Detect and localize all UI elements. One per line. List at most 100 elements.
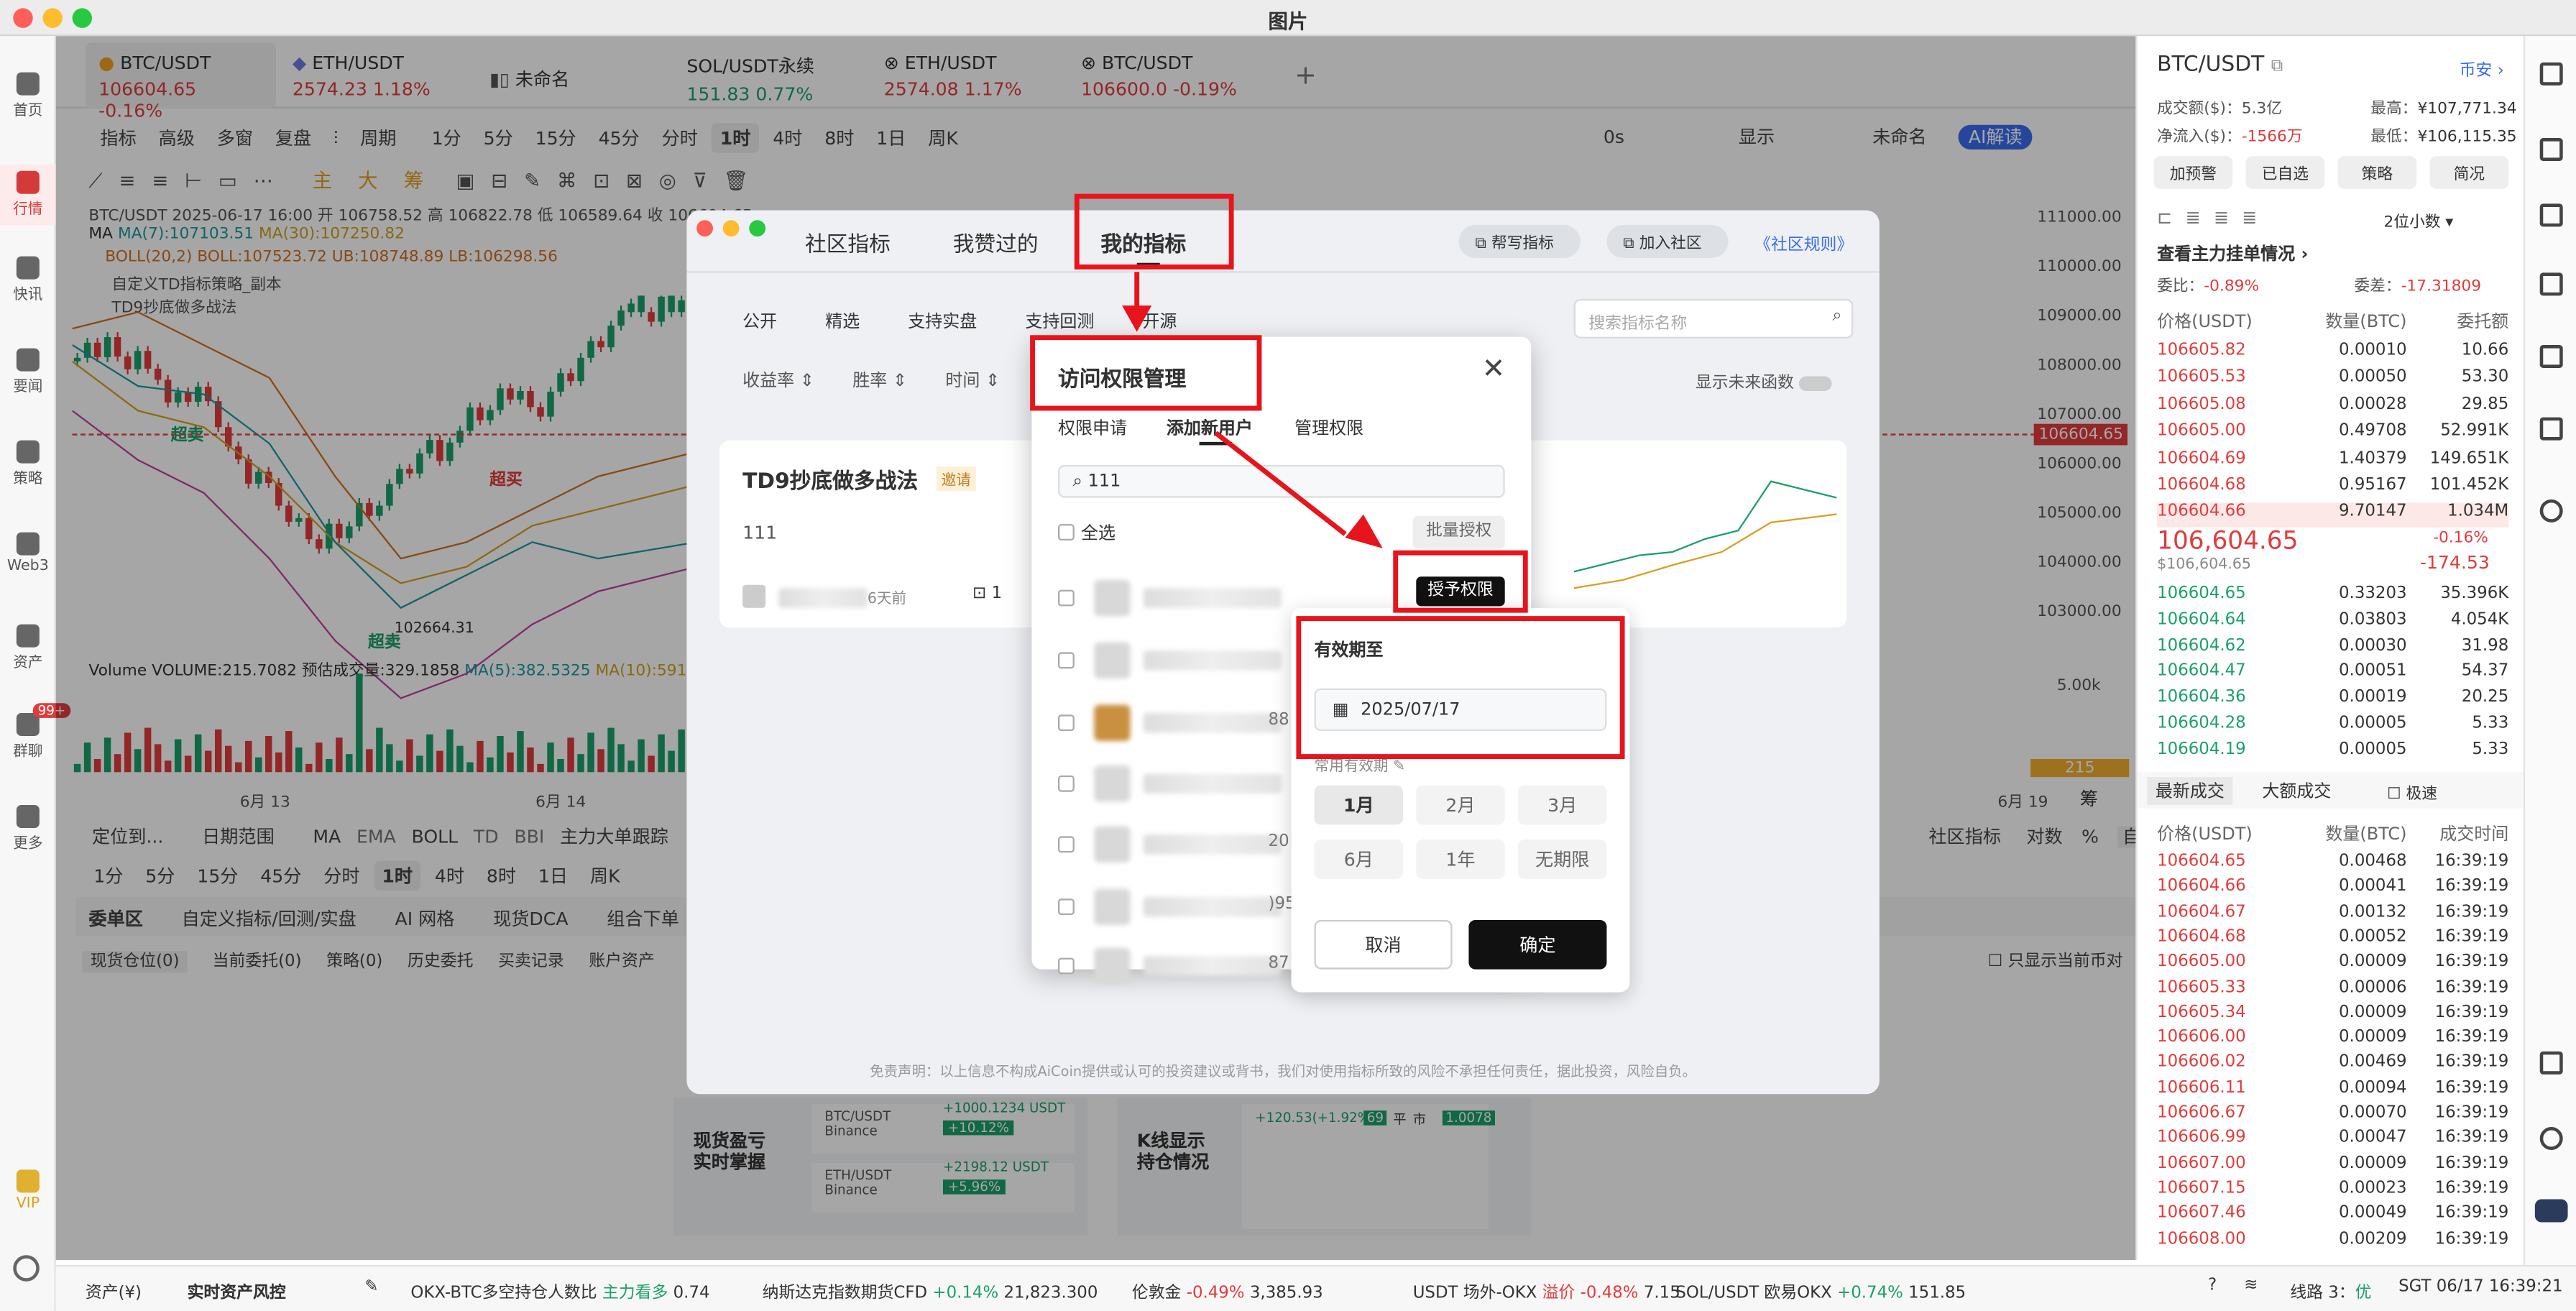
overview-button[interactable]: 简况 xyxy=(2429,156,2509,189)
list-icon[interactable] xyxy=(2539,137,2563,161)
validity-3m[interactable]: 3月 xyxy=(1517,785,1607,825)
orderbook-row[interactable]: 106604.65 0.33203 35.396K xyxy=(2157,585,2508,610)
user-checkbox[interactable] xyxy=(1057,775,1075,792)
tab-large-trades[interactable]: 大额成交 xyxy=(2262,778,2331,803)
rail-strategy[interactable]: 策略 xyxy=(0,440,56,488)
validity-1m[interactable]: 1月 xyxy=(1314,785,1403,825)
community-rules-link[interactable]: 《社区规则》 xyxy=(1754,230,1853,254)
chart-icon[interactable] xyxy=(2539,344,2563,368)
rail-home[interactable]: 首页 xyxy=(0,72,56,120)
orderbook-row[interactable]: 106604.64 0.03803 4.054K xyxy=(2157,611,2508,635)
sort-time[interactable]: 时间 ⇕ xyxy=(945,372,1000,391)
tab-latest-trades[interactable]: 最新成交 xyxy=(2147,777,2233,805)
main-orders-link[interactable]: 查看主力挂单情况 › xyxy=(2157,242,2308,266)
trade-row[interactable]: 106606.11 0.00094 16:39:19 xyxy=(2157,1079,2508,1103)
orderbook-row[interactable]: 106605.53 0.00050 53.30 xyxy=(2157,369,2508,393)
filter-featured[interactable]: 精选 xyxy=(825,312,860,331)
user-checkbox[interactable] xyxy=(1057,898,1075,916)
orderbook-row[interactable]: 106604.68 0.95167 101.452K xyxy=(2157,477,2508,501)
join-community-button[interactable]: ⧉ 加入社区 xyxy=(1606,225,1729,258)
trade-row[interactable]: 106606.02 0.00469 16:39:19 xyxy=(2157,1054,2508,1078)
trade-row[interactable]: 106607.15 0.00023 16:39:19 xyxy=(2157,1179,2508,1204)
orderbook-row[interactable]: 106604.47 0.00051 54.37 xyxy=(2157,663,2508,687)
trade-row[interactable]: 106605.33 0.00006 16:39:19 xyxy=(2157,978,2508,1003)
panel-icon[interactable] xyxy=(2539,1051,2563,1075)
trend-icon[interactable] xyxy=(2539,272,2563,296)
rail-more[interactable]: 更多 xyxy=(0,804,56,852)
trade-row[interactable]: 106604.67 0.00132 16:39:19 xyxy=(2157,903,2508,927)
orderbook-row[interactable]: 106605.00 0.49708 52.991K xyxy=(2157,423,2508,447)
user-checkbox[interactable] xyxy=(1057,714,1075,732)
trade-row[interactable]: 106605.00 0.00009 16:39:19 xyxy=(2157,953,2508,978)
decimals-dropdown[interactable]: 2位小数 ▾ xyxy=(2384,208,2454,231)
user-checkbox[interactable] xyxy=(1057,589,1075,607)
trade-row[interactable]: 106604.68 0.00052 16:39:19 xyxy=(2157,928,2508,952)
rail-assets[interactable]: 资产 xyxy=(0,624,56,672)
user-checkbox[interactable] xyxy=(1057,652,1075,669)
orderbook-row[interactable]: 106605.82 0.00010 10.66 xyxy=(2157,341,2508,366)
alert-button[interactable]: 加预警 xyxy=(2153,156,2233,189)
help-write-button[interactable]: ⧉ 帮写指标 xyxy=(1458,225,1581,258)
trade-row[interactable]: 106606.99 0.00047 16:39:19 xyxy=(2157,1129,2508,1154)
ticker-ratio[interactable]: OKX-BTC多空持仓人数比 主力看多 0.74 xyxy=(410,1278,709,1302)
select-all-checkbox[interactable] xyxy=(1057,524,1075,540)
watchlist-button[interactable]: 已自选 xyxy=(2245,156,2325,189)
risk-label[interactable]: 实时资产风控 xyxy=(188,1278,286,1302)
rail-vip[interactable]: VIP xyxy=(0,1169,56,1213)
validity-forever[interactable]: 无期限 xyxy=(1517,839,1607,879)
edit-icon[interactable]: ✎ xyxy=(364,1278,378,1296)
rail-web3[interactable]: Web3 xyxy=(0,532,56,575)
trade-row[interactable]: 106607.46 0.00049 16:39:19 xyxy=(2157,1205,2508,1229)
help-icon[interactable]: ? xyxy=(2208,1276,2217,1294)
target-icon[interactable] xyxy=(2539,499,2563,523)
rail-chat[interactable]: 群聊 99+ xyxy=(0,703,71,760)
indicator-search-input[interactable]: 搜索指标名称 ⌕ xyxy=(1573,298,1854,339)
user-checkbox[interactable] xyxy=(1057,836,1075,853)
rail-flash[interactable]: 快讯 xyxy=(0,256,56,304)
trade-row[interactable]: 106606.00 0.00009 16:39:19 xyxy=(2157,1029,2508,1053)
tab-add-user[interactable]: 添加新用户 xyxy=(1167,415,1253,440)
line-status[interactable]: 线路 3：优 xyxy=(2290,1278,2371,1302)
sort-return[interactable]: 收益率 ⇕ xyxy=(742,372,814,391)
orderbook-row[interactable]: 106604.66 9.70147 1.034M xyxy=(2157,503,2509,528)
assets-label[interactable]: 资产(¥) xyxy=(86,1278,142,1302)
tab-community[interactable]: 社区指标 xyxy=(805,226,891,258)
dollar-icon[interactable] xyxy=(2539,203,2563,227)
ticker-gold[interactable]: 伦敦金 -0.49% 3,385.93 xyxy=(1132,1278,1323,1302)
user-checkbox[interactable] xyxy=(1057,957,1075,975)
tab-manage[interactable]: 管理权限 xyxy=(1294,415,1363,440)
ticker-sol[interactable]: SOL/USDT 欧易OKX +0.74% 151.85 xyxy=(1675,1278,1966,1302)
headset-icon[interactable] xyxy=(2539,1126,2563,1150)
strategy-button[interactable]: 策略 xyxy=(2337,156,2417,189)
cancel-button[interactable]: 取消 xyxy=(1314,919,1453,970)
bank-icon[interactable] xyxy=(2539,417,2563,441)
ticker-usdt-otc[interactable]: USDT 场外-OKX 溢价 -0.48% 7.15 xyxy=(1413,1278,1680,1302)
tab-liked[interactable]: 我赞过的 xyxy=(953,226,1039,258)
close-icon[interactable]: ✕ xyxy=(1482,353,1506,386)
tab-apply[interactable]: 权限申请 xyxy=(1058,415,1127,440)
rail-market[interactable]: 行情 xyxy=(0,164,56,226)
filter-backtest[interactable]: 支持回测 xyxy=(1025,312,1094,331)
validity-2m[interactable]: 2月 xyxy=(1416,785,1505,825)
validity-1y[interactable]: 1年 xyxy=(1416,839,1505,879)
validity-6m[interactable]: 6月 xyxy=(1314,839,1403,879)
layout-icon[interactable] xyxy=(2539,62,2563,86)
trade-row[interactable]: 106604.65 0.00468 16:39:19 xyxy=(2157,852,2508,877)
filter-public[interactable]: 公开 xyxy=(742,312,777,331)
trade-row[interactable]: 106607.00 0.00009 16:39:19 xyxy=(2157,1154,2508,1179)
orderbook-row[interactable]: 106604.36 0.00019 20.25 xyxy=(2157,689,2508,713)
orderbook-row[interactable]: 106604.28 0.00005 5.33 xyxy=(2157,714,2508,739)
orderbook-row[interactable]: 106605.08 0.00028 29.85 xyxy=(2157,395,2508,420)
ticker-nasdaq[interactable]: 纳斯达克指数期货CFD +0.14% 21,823.300 xyxy=(763,1278,1098,1302)
batch-grant-button[interactable]: 批量授权 xyxy=(1412,515,1505,549)
bot-icon[interactable] xyxy=(2534,1199,2568,1223)
exchange-link[interactable]: 币安 › xyxy=(2460,56,2504,80)
future-func-toggle[interactable]: 显示未来函数 xyxy=(1696,368,1832,392)
trade-row[interactable]: 106608.00 0.00209 16:39:19 xyxy=(2157,1230,2508,1254)
orderbook-row[interactable]: 106604.69 1.40379 149.651K xyxy=(2157,449,2508,474)
sort-winrate[interactable]: 胜率 ⇕ xyxy=(852,372,907,391)
trade-row[interactable]: 106606.67 0.00070 16:39:19 xyxy=(2157,1104,2508,1128)
rail-news[interactable]: 要闻 xyxy=(0,348,56,396)
orderbook-row[interactable]: 106604.19 0.00005 5.33 xyxy=(2157,740,2508,765)
trade-row[interactable]: 106604.66 0.00041 16:39:19 xyxy=(2157,878,2508,902)
